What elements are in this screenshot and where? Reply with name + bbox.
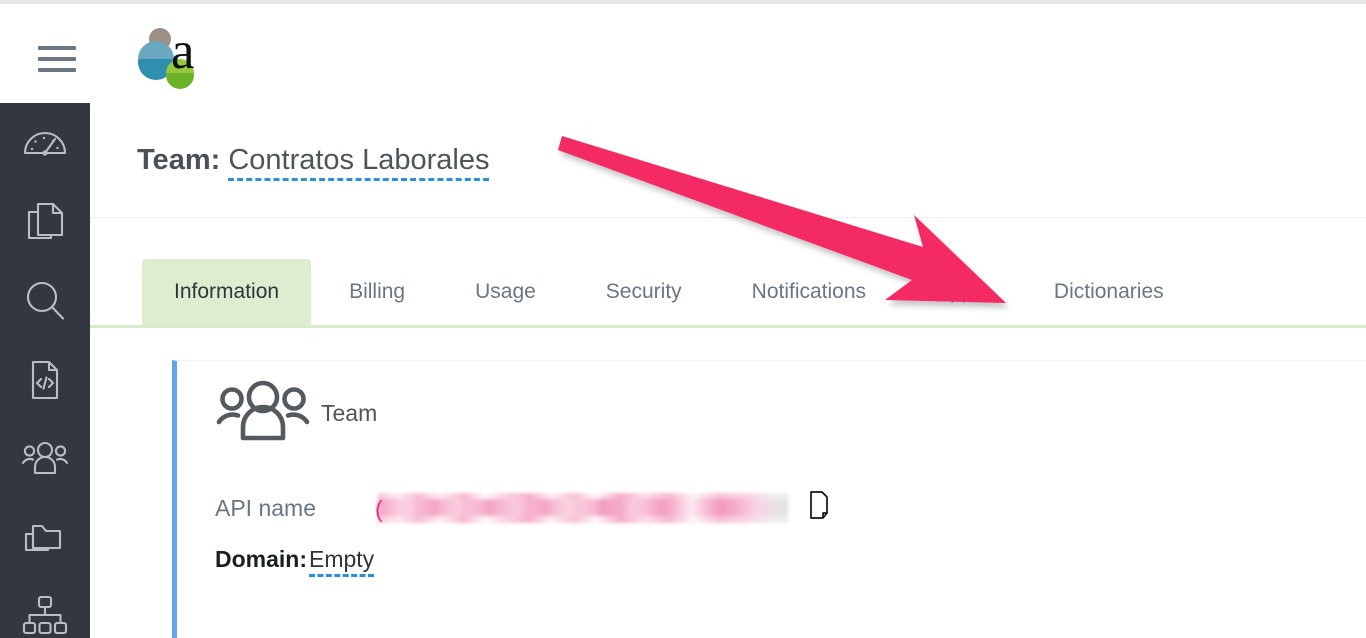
card-heading: Team — [215, 380, 377, 447]
main-content: Team: Contratos Laborales Information Bi… — [90, 103, 1366, 638]
svg-text:a: a — [171, 25, 195, 80]
sidebar-item-users[interactable] — [0, 419, 90, 498]
tab-notifications[interactable]: Notifications — [720, 259, 898, 325]
users-icon — [21, 441, 69, 477]
card-heading-label: Team — [321, 400, 378, 426]
sitemap-icon — [22, 595, 68, 638]
team-name-value[interactable]: Contratos Laborales — [228, 144, 490, 181]
page-title: Team: Contratos Laborales — [137, 142, 490, 181]
tab-information[interactable]: Information — [142, 259, 312, 325]
team-info-card: Team API name ( Domain:Empty — [172, 360, 1366, 638]
copy-icon[interactable] — [807, 490, 831, 525]
search-icon — [23, 279, 67, 323]
domain-row: Domain:Empty — [215, 546, 375, 577]
tab-billing[interactable]: Billing — [317, 259, 437, 325]
folders-icon — [22, 518, 68, 558]
domain-label: Domain: — [215, 546, 307, 572]
team-people-icon — [215, 380, 311, 447]
page-title-prefix: Team: — [137, 144, 221, 176]
tab-bar: Information Billing Usage Security Notif… — [90, 259, 1366, 328]
app-logo[interactable]: a — [137, 22, 209, 90]
api-name-row: API name ( — [215, 491, 828, 523]
copy-documents-icon — [24, 200, 66, 244]
sidebar-item-sitemap[interactable] — [0, 577, 90, 638]
api-name-value[interactable]: ( — [375, 491, 828, 523]
code-file-icon — [25, 358, 65, 402]
redacted-overlay — [378, 493, 788, 523]
sidebar-item-documents[interactable] — [0, 182, 90, 261]
tab-apps[interactable]: Apps — [904, 259, 1016, 325]
tab-usage[interactable]: Usage — [443, 259, 568, 325]
sidebar-item-search[interactable] — [0, 261, 90, 340]
tab-security[interactable]: Security — [574, 259, 714, 325]
menu-toggle-button[interactable] — [38, 43, 76, 75]
sidebar-item-folders[interactable] — [0, 498, 90, 577]
sidebar-item-dashboard[interactable] — [0, 103, 90, 182]
sidebar-item-code-file[interactable] — [0, 340, 90, 419]
top-bar: a — [0, 4, 1366, 103]
left-sidebar — [0, 103, 90, 638]
gauge-icon — [22, 123, 68, 163]
hamburger-line — [38, 46, 76, 50]
tab-dictionaries[interactable]: Dictionaries — [1022, 259, 1196, 325]
hamburger-line — [38, 68, 76, 72]
domain-value[interactable]: Empty — [309, 546, 375, 577]
app-root: a Team: Contratos Laborales Information … — [0, 0, 1366, 638]
page-header: Team: Contratos Laborales — [90, 103, 1366, 218]
api-name-label: API name — [215, 494, 316, 521]
api-name-paren: ( — [375, 496, 383, 522]
hamburger-line — [38, 57, 76, 61]
